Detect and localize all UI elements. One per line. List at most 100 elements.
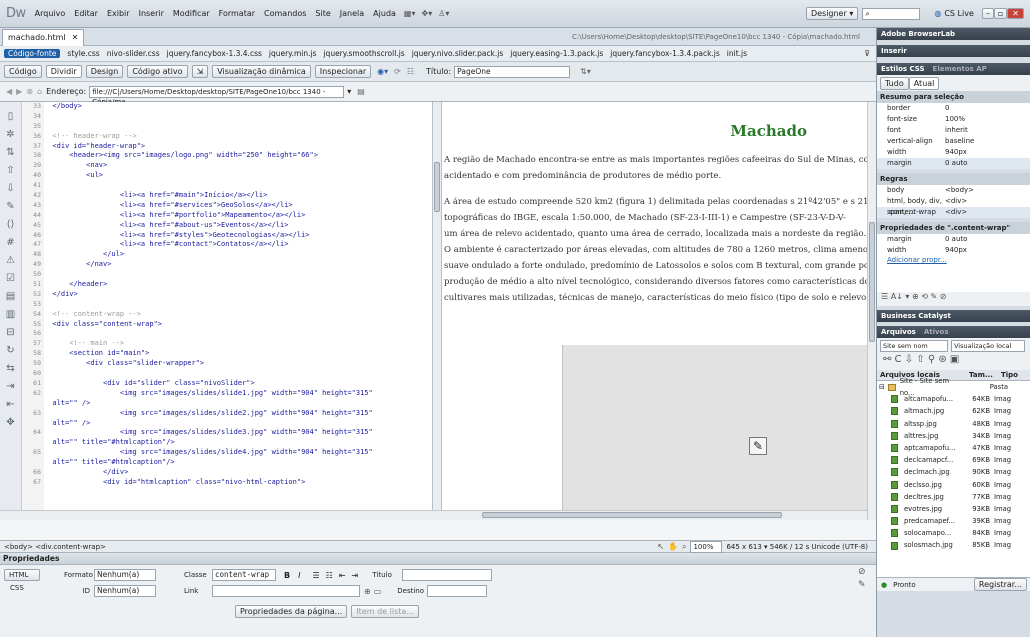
code-line[interactable]: <div class="content-wrap"> <box>44 320 432 330</box>
open-documents-icon[interactable]: ▯ <box>0 108 21 126</box>
related-file-link[interactable]: nivo-slider.css <box>107 49 160 58</box>
code-line[interactable]: <img src="images/slides/slide4.jpg" widt… <box>44 448 432 458</box>
menu-item[interactable]: Ajuda <box>373 9 396 18</box>
format-select[interactable]: Nenhum(a) <box>94 569 156 581</box>
target-select[interactable] <box>427 585 488 597</box>
menu-item[interactable]: Site <box>315 9 330 18</box>
code-line[interactable]: </nav> <box>44 260 432 270</box>
html-mode-button[interactable]: HTML <box>4 569 40 581</box>
wrap-tag-icon[interactable]: ⊟ <box>0 324 21 342</box>
split-view-button[interactable]: Dividir <box>45 65 82 78</box>
code-line[interactable]: alt="" title="#htmlcaption"/> <box>44 458 432 468</box>
design-hscroll-thumb[interactable] <box>482 512 782 518</box>
home-icon[interactable]: ⌂ <box>37 87 42 96</box>
code-line[interactable]: <div class="slider-wrapper"> <box>44 359 432 369</box>
close-tab-icon[interactable]: ✕ <box>72 33 79 42</box>
recent-snippets-icon[interactable]: ↻ <box>0 342 21 360</box>
unordered-list-icon[interactable]: ☰ <box>312 571 319 580</box>
extend-icon[interactable]: ✥▾ <box>422 9 433 18</box>
file-row[interactable]: declmach.jpg 90KB Imag <box>877 466 1030 478</box>
browserlab-panel-header[interactable]: Adobe BrowserLab <box>877 28 1030 40</box>
inspect-button[interactable]: Inspecionar <box>314 65 372 78</box>
code-line[interactable]: alt="" /> <box>44 419 432 429</box>
menu-item[interactable]: Comandos <box>264 9 306 18</box>
live-view-options-icon[interactable]: ▤ <box>357 87 365 96</box>
code-line[interactable] <box>44 112 432 122</box>
move-css-icon[interactable]: ⇆ <box>0 360 21 378</box>
file-row[interactable]: evotres.jpg 93KB Imag <box>877 503 1030 515</box>
file-row[interactable]: alttres.jpg 34KB Imag <box>877 430 1030 442</box>
code-line[interactable]: </body> <box>44 102 432 112</box>
workspace-switcher[interactable]: Designer ▾ <box>805 7 859 20</box>
page-properties-button[interactable]: Propriedades da página... <box>235 605 348 618</box>
file-row[interactable]: solocamapo... 84KB Imag <box>877 527 1030 539</box>
class-select[interactable]: content-wrap <box>212 569 276 581</box>
title-field[interactable] <box>402 569 493 581</box>
back-icon[interactable]: ◀ <box>6 87 12 96</box>
file-row[interactable]: altssp.jpg 48KB Imag <box>877 418 1030 430</box>
related-file-link[interactable]: init.js <box>727 49 747 58</box>
line-numbers-icon[interactable]: # <box>0 234 21 252</box>
code-line[interactable] <box>44 300 432 310</box>
layout-icon[interactable]: ▦▾ <box>404 9 416 18</box>
code-view-scrollbar[interactable] <box>432 102 442 510</box>
list-item-button[interactable]: Item de lista... <box>351 605 419 618</box>
code-line[interactable]: <div id="header-wrap"> <box>44 142 432 152</box>
related-file-link[interactable]: style.css <box>67 49 99 58</box>
menu-item[interactable]: Janela <box>340 9 364 18</box>
file-row[interactable]: solosmach.jpg 85KB Imag <box>877 539 1030 551</box>
file-management-icon[interactable]: ⇅⁠⁠▾ <box>580 67 591 76</box>
format-source-icon[interactable]: ✥ <box>0 414 21 432</box>
add-property-link[interactable]: Adicionar propr... <box>877 256 1030 268</box>
ap-elements-tab[interactable]: Elementos AP <box>933 63 987 75</box>
quick-tag-editor-icon[interactable]: ⊘ <box>858 567 866 577</box>
balance-braces-icon[interactable]: ⟨⟩ <box>0 216 21 234</box>
code-line[interactable]: <header><img src="images/logo.png" width… <box>44 151 432 161</box>
summary-row[interactable]: width 940px <box>877 147 1030 158</box>
code-line[interactable]: </ul> <box>44 250 432 260</box>
menu-item[interactable]: Arquivo <box>35 9 66 18</box>
file-row[interactable]: declcamapcf... 69KB Imag <box>877 454 1030 466</box>
related-file-link[interactable]: jquery.fancybox-1.3.4.pack.js <box>610 49 720 58</box>
code-line[interactable]: <li><a href="#main">Início</a></li> <box>44 191 432 201</box>
code-line[interactable]: </div> <box>44 290 432 300</box>
document-tab[interactable]: machado.html ✕ <box>2 28 85 46</box>
code-line[interactable]: <li><a href="#portfolio">Mapeamento</a><… <box>44 211 432 221</box>
live-view-button[interactable]: Visualização dinâmica <box>212 65 311 78</box>
code-line[interactable]: <section id="main"> <box>44 349 432 359</box>
summary-row[interactable]: vertical-align baseline <box>877 136 1030 147</box>
file-row[interactable]: decltres.jpg 77KB Imag <box>877 491 1030 503</box>
code-line[interactable] <box>44 369 432 379</box>
maximize-button[interactable]: ▫ <box>993 8 1008 19</box>
code-line[interactable] <box>44 122 432 132</box>
assets-tab[interactable]: Ativos <box>924 326 949 338</box>
indent-button-icon[interactable]: ⇥ <box>352 571 359 580</box>
design-scroll-thumb[interactable] <box>869 222 875 342</box>
code-editor[interactable]: </body> <!-- header-wrap --> <div id="he… <box>44 102 432 510</box>
hand-tool-icon[interactable]: ✋ <box>668 542 678 551</box>
code-line[interactable]: <!-- header-wrap --> <box>44 132 432 142</box>
refresh-icon[interactable]: ⟳ <box>394 67 401 76</box>
collapse-selection-icon[interactable]: ⇧ <box>0 162 21 180</box>
visual-aids-icon[interactable]: ☷ <box>407 67 414 76</box>
rule-row[interactable]: .content-wrap <div> <box>877 207 1030 218</box>
related-file-link[interactable]: jquery.easing-1.3.pack.js <box>510 49 603 58</box>
edit-icon[interactable]: ✎ <box>858 580 866 590</box>
syntax-error-icon[interactable]: ☑ <box>0 270 21 288</box>
summary-row[interactable]: border 0 <box>877 103 1030 114</box>
indent-icon[interactable]: ⇥ <box>0 378 21 396</box>
log-button[interactable]: Registrar... <box>973 578 1027 591</box>
file-row[interactable]: altmach.jpg 62KB Imag <box>877 405 1030 417</box>
zoom-select[interactable]: 100% <box>690 540 723 553</box>
file-row[interactable]: aptcamapofu... 47KB Imag <box>877 442 1030 454</box>
outdent-icon[interactable]: ⇤ <box>0 396 21 414</box>
code-line[interactable]: </div> <box>44 468 432 478</box>
code-line[interactable] <box>44 270 432 280</box>
select-tool-icon[interactable]: ↖ <box>657 542 664 551</box>
summary-row[interactable]: font inherit <box>877 125 1030 136</box>
menu-item[interactable]: Editar <box>74 9 98 18</box>
code-line[interactable]: <ul> <box>44 171 432 181</box>
code-view-button[interactable]: Código <box>4 65 42 78</box>
address-dropdown-icon[interactable]: ▾ <box>347 87 351 96</box>
code-line[interactable]: alt="" /> <box>44 399 432 409</box>
